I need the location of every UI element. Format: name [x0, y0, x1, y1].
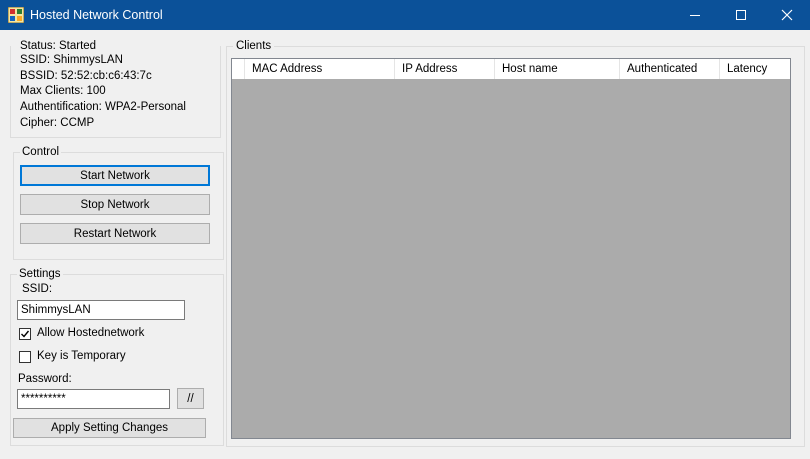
ssid-input[interactable]: ShimmysLAN — [17, 300, 185, 320]
password-label: Password: — [18, 373, 72, 385]
column-spacer — [232, 59, 245, 79]
window-title: Hosted Network Control — [30, 8, 163, 22]
title-bar: Hosted Network Control — [0, 0, 810, 30]
close-button[interactable] — [764, 0, 810, 30]
column-ip-address[interactable]: IP Address — [395, 59, 495, 79]
restart-network-button[interactable]: Restart Network — [20, 223, 210, 244]
ssid-text: SSID: ShimmysLAN — [20, 54, 123, 66]
clients-list[interactable]: MAC Address IP Address Host name Authent… — [231, 58, 791, 439]
show-password-button[interactable]: // — [177, 388, 204, 409]
apply-settings-button[interactable]: Apply Setting Changes — [13, 418, 206, 438]
stop-network-button[interactable]: Stop Network — [20, 194, 210, 215]
password-input[interactable]: ********** — [17, 389, 170, 409]
column-authenticated[interactable]: Authenticated — [620, 59, 720, 79]
cipher-text: Cipher: CCMP — [20, 117, 95, 129]
control-group-title: Control — [20, 145, 62, 159]
allow-hostednetwork-label: Allow Hostednetwork — [37, 327, 145, 339]
key-temporary-label: Key is Temporary — [37, 350, 126, 362]
checkmark-icon — [21, 330, 30, 338]
start-network-button[interactable]: Start Network — [20, 165, 210, 186]
maximize-button[interactable] — [718, 0, 764, 30]
column-latency[interactable]: Latency — [720, 59, 790, 79]
clients-group-title: Clients — [233, 39, 275, 53]
maximize-icon — [736, 10, 746, 20]
close-icon — [781, 9, 793, 21]
bssid-text: BSSID: 52:52:cb:c6:43:7c — [20, 70, 152, 82]
clients-list-header: MAC Address IP Address Host name Authent… — [232, 59, 790, 79]
status-text: Status: Started — [20, 40, 97, 52]
allow-hostednetwork-checkbox[interactable] — [19, 328, 31, 340]
app-icon — [8, 7, 24, 23]
minimize-button[interactable] — [672, 0, 718, 30]
authentication-text: Authentification: WPA2-Personal — [20, 101, 186, 113]
key-temporary-checkbox[interactable] — [19, 351, 31, 363]
column-host-name[interactable]: Host name — [495, 59, 620, 79]
max-clients-text: Max Clients: 100 — [20, 85, 106, 97]
column-mac-address[interactable]: MAC Address — [245, 59, 395, 79]
ssid-label: SSID: — [22, 283, 53, 295]
status-group: Status: Started SSID: ShimmysLAN BSSID: … — [10, 40, 221, 138]
settings-group-title: Settings — [17, 267, 63, 281]
minimize-icon — [690, 15, 700, 16]
